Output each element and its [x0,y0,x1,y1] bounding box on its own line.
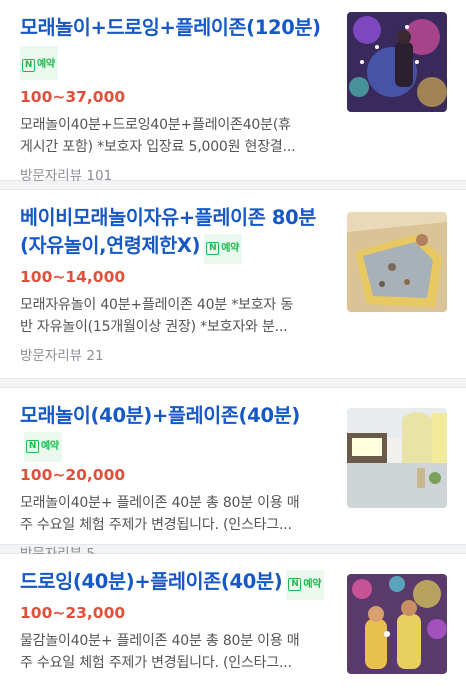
desc-line: 모래놀이40분+ 플레이존 40분 총 80분 이용 매 [20,494,300,511]
naver-n-icon: N [22,59,35,72]
item-text: 모래놀이(40분)+플레이존(40분) N 예약 100~20,000 모래놀이40… [20,402,332,564]
naver-n-icon: N [26,440,39,453]
naver-n-icon: N [206,242,220,255]
item-title-text[interactable]: 모래놀이(40분)+플레이존(40분) [20,404,300,427]
item-description: 모래자유놀이 40분+플레이존 40분 *보호자 동 반 자유놀이(15개월이상… [20,294,332,338]
item-price: 100~14,000 [20,267,126,286]
badge-label: 예약 [41,440,59,452]
item-title[interactable]: 드로잉(40분)+플레이존(40분) N 예약 [20,568,332,600]
item-title-line[interactable]: 베이비모래놀이자유+플레이존 80분 [20,204,332,232]
item-title[interactable]: 모래놀이(40분)+플레이존(40분) N 예약 [20,402,332,462]
list-item[interactable]: 모래놀이+드로잉+플레이존(120분) N 예약 100~37,000 모래놀이4… [0,0,466,184]
item-title[interactable]: 베이비모래놀이자유+플레이존 80분 (자유놀이,연령제한X) N 예약 [20,204,332,264]
badge-label: 예약 [37,59,55,70]
reservation-badge: N 예약 [286,569,325,600]
product-list: 모래놀이+드로잉+플레이존(120분) N 예약 100~37,000 모래놀이4… [0,0,466,694]
item-price: 100~37,000 [20,88,126,106]
list-item[interactable]: 베이비모래놀이자유+플레이존 80분 (자유놀이,연령제한X) N 예약 100~1… [0,190,466,378]
desc-line: 게시간 포함) *보호자 입장료 5,000원 현장결... [20,139,296,155]
desc-line: 반 자유놀이(15개월이상 권장) *보호자와 분... [20,318,288,335]
item-description: 물감놀이40분+ 플레이존 40분 총 80분 이용 매 주 수요일 체험 주제… [20,630,332,674]
desc-line: 주 수요일 체험 주제가 변경됩니다. (인스타그... [20,516,292,533]
list-item[interactable]: 모래놀이(40분)+플레이존(40분) N 예약 100~20,000 모래놀이40… [0,388,466,562]
visitor-review-count[interactable]: 방문자리뷰 101 [20,166,332,186]
item-thumbnail[interactable] [347,574,447,674]
item-thumbnail[interactable] [347,408,447,508]
item-price: 100~23,000 [20,603,126,622]
item-text: 드로잉(40분)+플레이존(40분) N 예약 100~23,000 물감놀이40분… [20,568,332,674]
item-thumbnail[interactable] [347,212,447,312]
separator [0,378,466,388]
desc-line: 주 수요일 체험 주제가 변경됩니다. (인스타그... [20,654,292,671]
naver-n-icon: N [288,578,302,591]
badge-label: 예약 [221,242,239,254]
item-title-text[interactable]: 드로잉(40분)+플레이존(40분) [20,570,283,593]
item-thumbnail[interactable] [347,12,447,112]
desc-line: 모래놀이40분+드로잉40분+플레이존40분(휴 [20,117,291,133]
item-description: 모래놀이40분+드로잉40분+플레이존40분(휴 게시간 포함) *보호자 입장… [20,114,332,158]
item-price: 100~20,000 [20,465,126,484]
desc-line: 물감놀이40분+ 플레이존 40분 총 80분 이용 매 [20,632,300,649]
item-description: 모래놀이40분+ 플레이존 40분 총 80분 이용 매 주 수요일 체험 주제… [20,492,332,536]
badge-label: 예약 [303,578,322,590]
reservation-badge: N 예약 [204,233,242,264]
item-title-line[interactable]: (자유놀이,연령제한X) [20,234,200,257]
desc-line: 모래자유놀이 40분+플레이존 40분 *보호자 동 [20,296,294,313]
visitor-review-count[interactable]: 방문자리뷰 21 [20,346,332,366]
reservation-badge: N 예약 [20,46,58,80]
item-title-text[interactable]: 모래놀이+드로잉+플레이존(120분) [20,16,321,39]
item-title[interactable]: 모래놀이+드로잉+플레이존(120분) N 예약 [20,14,332,80]
item-text: 모래놀이+드로잉+플레이존(120분) N 예약 100~37,000 모래놀이4… [20,14,332,186]
list-item[interactable]: 드로잉(40분)+플레이존(40분) N 예약 100~23,000 물감놀이40분… [0,554,466,694]
reservation-badge: N 예약 [24,431,62,462]
item-text: 베이비모래놀이자유+플레이존 80분 (자유놀이,연령제한X) N 예약 100~1… [20,204,332,366]
